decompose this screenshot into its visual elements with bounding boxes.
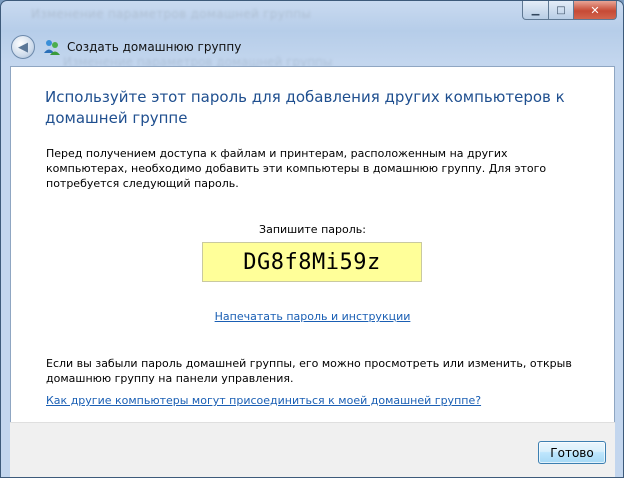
button-bar: Готово <box>10 422 615 477</box>
back-button[interactable]: ◀ <box>11 35 35 59</box>
minimize-button[interactable]: ▁ <box>522 1 549 20</box>
homegroup-wizard-window: Изменение параметров домашней группы ▁ □… <box>0 0 624 478</box>
homegroup-icon <box>43 38 61 56</box>
join-help-link[interactable]: Как другие компьютеры могут присоединить… <box>46 394 481 407</box>
forgot-password-text: Если вы забыли пароль домашней группы, е… <box>46 357 572 385</box>
close-button[interactable]: ✕ <box>574 1 617 20</box>
print-password-link[interactable]: Напечатать пароль и инструкции <box>215 310 411 323</box>
page-heading: Используйте этот пароль для добавления д… <box>45 88 565 127</box>
back-arrow-icon: ◀ <box>18 39 28 55</box>
close-icon: ✕ <box>590 3 600 17</box>
content-pane: Используйте этот пароль для добавления д… <box>10 66 615 423</box>
caption-buttons: ▁ □ ✕ <box>522 1 617 20</box>
password-label: Запишите пароль: <box>259 223 366 236</box>
wizard-title: Создать домашнюю группу <box>67 40 242 54</box>
print-link-row: Напечатать пароль и инструкции <box>11 305 614 324</box>
password-display: DG8f8Mi59z <box>202 242 422 282</box>
intro-text: Перед получением доступа к файлам и прин… <box>46 147 547 190</box>
minimize-icon: ▁ <box>531 4 540 16</box>
maximize-button[interactable]: □ <box>549 1 574 20</box>
finish-button[interactable]: Готово <box>538 441 606 464</box>
maximize-icon: □ <box>556 4 566 16</box>
background-window-title: Изменение параметров домашней группы <box>31 7 312 21</box>
